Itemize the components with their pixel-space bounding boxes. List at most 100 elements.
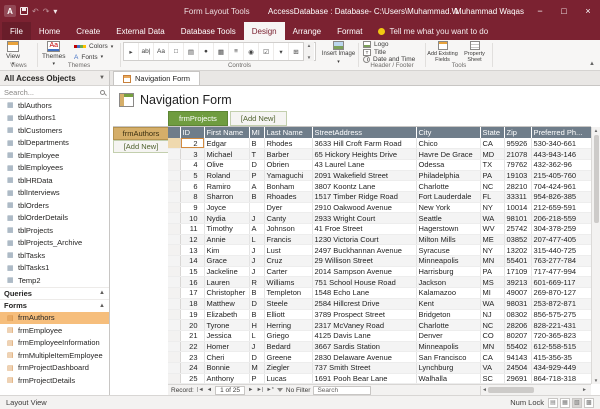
cell[interactable]: 10 <box>180 213 204 224</box>
cell[interactable]: 6 <box>180 181 204 192</box>
tell-me-box[interactable]: Tell me what you want to do <box>370 22 496 40</box>
cell[interactable]: Sharron <box>204 191 249 202</box>
navpane-item-tblcustomers[interactable]: ▦tblCustomers <box>0 124 109 137</box>
cell[interactable]: P <box>249 373 264 384</box>
cell[interactable]: 2317 McVaney Road <box>312 320 416 331</box>
cell[interactable]: 2910 Oakwood Avenue <box>312 202 416 213</box>
cell[interactable]: Cruz <box>264 256 312 267</box>
cell[interactable]: 3807 Koontz Lane <box>312 181 416 192</box>
column-header-last-name[interactable]: Last Name <box>264 127 312 138</box>
cell[interactable]: Jessica <box>204 330 249 341</box>
cell[interactable]: 15 <box>180 266 204 277</box>
cell[interactable]: 23 <box>180 352 204 363</box>
column-header-zip[interactable]: Zip <box>504 127 531 138</box>
document-tab-navigation-form[interactable]: Navigation Form <box>113 71 200 85</box>
cell[interactable]: Minneapolis <box>416 341 480 352</box>
ribbon-tab-external-data[interactable]: External Data <box>108 22 172 40</box>
cell[interactable]: 2497 Buckhannan Avenue <box>312 245 416 256</box>
cell[interactable]: Walhalla <box>416 373 480 384</box>
nav-tab-add-new-vertical[interactable]: [Add New] <box>113 140 168 153</box>
cell[interactable]: 24504 <box>504 362 531 373</box>
row-selector[interactable] <box>168 266 180 277</box>
navpane-item-tblemployee[interactable]: ▦tblEmployee <box>0 149 109 162</box>
cell[interactable]: Hagerstown <box>416 224 480 235</box>
cell[interactable]: Kim <box>204 245 249 256</box>
cell[interactable]: 5 <box>180 170 204 181</box>
cell[interactable]: 315-440-725 <box>531 245 591 256</box>
cell[interactable]: 856-575-275 <box>531 309 591 320</box>
row-selector[interactable] <box>168 181 180 192</box>
cell[interactable]: NY <box>480 202 504 213</box>
save-icon[interactable] <box>20 7 28 15</box>
cell[interactable]: Elizabeth <box>204 309 249 320</box>
cell[interactable]: 14 <box>180 256 204 267</box>
row-selector[interactable] <box>168 309 180 320</box>
cell[interactable]: 612-558-515 <box>531 341 591 352</box>
ribbon-tab-database-tools[interactable]: Database Tools <box>173 22 244 40</box>
cell[interactable]: 28210 <box>504 181 531 192</box>
navpane-item-frmemployee[interactable]: ▤frmEmployee <box>0 324 109 337</box>
cell[interactable]: WA <box>480 213 504 224</box>
row-selector[interactable] <box>168 234 180 245</box>
cell[interactable]: 3 <box>180 149 204 160</box>
cell[interactable]: 21 <box>180 330 204 341</box>
cell[interactable]: 20 <box>180 320 204 331</box>
cell[interactable]: 29691 <box>504 373 531 384</box>
row-selector[interactable] <box>168 288 180 299</box>
cell[interactable]: P <box>249 170 264 181</box>
navpane-item-frmmultipleitememployee[interactable]: ▤frmMultipleItemEmployee <box>0 349 109 362</box>
cell[interactable]: 207-477-405 <box>531 234 591 245</box>
cell[interactable]: 16 <box>180 277 204 288</box>
cell[interactable]: PA <box>480 170 504 181</box>
row-selector[interactable] <box>168 170 180 181</box>
cell[interactable]: MS <box>480 277 504 288</box>
cell[interactable]: Fort Lauderdale <box>416 191 480 202</box>
ribbon-tab-create[interactable]: Create <box>68 22 108 40</box>
navpane-item-tbldepartments[interactable]: ▦tblDepartments <box>0 137 109 150</box>
cell[interactable]: 4 <box>180 159 204 170</box>
cell[interactable]: NC <box>480 181 504 192</box>
navpane-section-queries[interactable]: Queries▲ <box>0 287 109 300</box>
cell[interactable]: 39213 <box>504 277 531 288</box>
cell[interactable]: NY <box>480 245 504 256</box>
cell[interactable]: Jackson <box>416 277 480 288</box>
new-record-button[interactable]: ►* <box>266 387 274 393</box>
cell[interactable]: 18 <box>180 298 204 309</box>
cell[interactable]: Havre De Grace <box>416 149 480 160</box>
cell[interactable]: Barber <box>264 149 312 160</box>
cell[interactable]: B <box>249 288 264 299</box>
column-header-id[interactable]: ID <box>180 127 204 138</box>
cell[interactable]: 24 <box>180 362 204 373</box>
cell[interactable]: ME <box>480 234 504 245</box>
column-header-state[interactable]: State <box>480 127 504 138</box>
column-header-first-name[interactable]: First Name <box>204 127 249 138</box>
cell[interactable]: Lauren <box>204 277 249 288</box>
redo-icon[interactable]: ↷ <box>43 7 50 16</box>
cell[interactable]: 98031 <box>504 298 531 309</box>
navpane-item-tblauthors[interactable]: ▦tblAuthors <box>0 99 109 112</box>
scroll-right-icon[interactable]: ► <box>582 387 587 393</box>
cell[interactable]: A <box>249 181 264 192</box>
navpane-item-tblprojects-archive[interactable]: ▦tblProjects_Archive <box>0 237 109 250</box>
cell[interactable]: 304-378-259 <box>531 224 591 235</box>
option-group-control-icon[interactable]: ◉ <box>244 43 259 60</box>
cell[interactable]: H <box>249 320 264 331</box>
row-selector[interactable] <box>168 213 180 224</box>
navpane-item-frmprojectdashboard[interactable]: ▤frmProjectDashboard <box>0 362 109 375</box>
cell[interactable]: J <box>249 266 264 277</box>
close-button[interactable]: × <box>576 0 600 22</box>
cell[interactable]: 3633 Hill Croft Farm Road <box>312 138 416 149</box>
cell[interactable]: Ramiro <box>204 181 249 192</box>
cell[interactable]: J <box>249 245 264 256</box>
cell[interactable]: 95926 <box>504 138 531 149</box>
cell[interactable]: Lynchburg <box>416 362 480 373</box>
ribbon-tab-design[interactable]: Design <box>244 22 285 40</box>
cell[interactable]: 55402 <box>504 341 531 352</box>
design-view-icon[interactable]: ▩ <box>584 398 594 408</box>
cell[interactable]: Rhoades <box>264 191 312 202</box>
navigation-control-icon[interactable]: ≡ <box>229 43 244 60</box>
gallery-up-icon[interactable]: ▲ <box>307 43 311 48</box>
cell[interactable]: 25742 <box>504 224 531 235</box>
cell[interactable]: Ziegler <box>264 362 312 373</box>
cell[interactable]: 80207 <box>504 330 531 341</box>
